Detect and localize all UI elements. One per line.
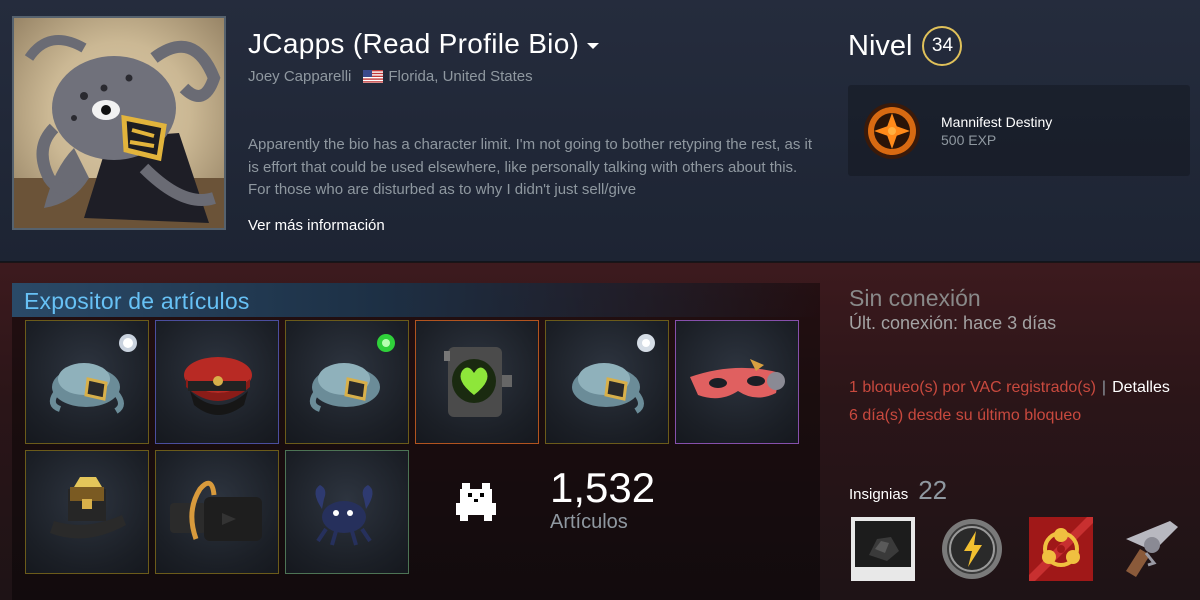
level: Nivel 34: [848, 26, 963, 66]
last-online: Últ. conexión: hace 3 días: [849, 313, 1057, 333]
real-name: Joey Capparelli: [248, 68, 352, 85]
badge-1[interactable]: [849, 515, 917, 583]
blue-crab-icon: [315, 485, 373, 546]
mannifest-destiny-badge-icon: [864, 102, 920, 159]
favorite-badge[interactable]: Mannifest Destiny 500 EXP: [848, 85, 1190, 176]
showcase-item-7[interactable]: [25, 450, 149, 574]
persona-name-text: JCapps (Read Profile Bio): [248, 28, 580, 59]
badges-title: Insignias: [849, 486, 909, 503]
profile-header: JCapps (Read Profile Bio) Joey Capparell…: [0, 0, 1200, 262]
belt-bag-icon: [170, 480, 262, 541]
octopus-avatar-icon: [14, 35, 224, 228]
showcase-item-1[interactable]: [25, 320, 149, 444]
octopus-hat-icon: [572, 334, 655, 414]
favorite-badge-xp: 500 EXP: [941, 131, 997, 148]
persona-name[interactable]: JCapps (Read Profile Bio): [248, 28, 600, 60]
biohazard-badge-icon: [1029, 517, 1093, 581]
favorite-badge-name: Mannifest Destiny: [941, 113, 1053, 130]
octopus-hat-icon: [309, 334, 395, 412]
real-name-location: Joey Capparelli Florida, United States: [248, 68, 533, 85]
badges-header[interactable]: Insignias 22: [849, 475, 947, 506]
showcase-header: Expositor de artículos: [12, 283, 820, 317]
profile-bio: Apparently the bio has a character limit…: [248, 136, 812, 198]
red-mask-icon: [690, 359, 785, 399]
badge-3[interactable]: [1027, 515, 1095, 583]
treasure-hat-icon: [50, 477, 126, 539]
vac-ban-text: 1 bloqueo(s) por VAC registrado(s): [849, 379, 1096, 396]
more-info-link[interactable]: Ver más información: [248, 217, 385, 234]
favorite-badge-info: Mannifest Destiny 500 EXP: [941, 114, 1052, 148]
avatar-image: [14, 18, 224, 228]
showcase-item-4[interactable]: [415, 320, 539, 444]
heart-device-icon: [444, 347, 512, 417]
us-flag-icon: [363, 70, 384, 83]
ban-details-link[interactable]: Detalles: [1112, 379, 1170, 396]
badge-2[interactable]: [938, 515, 1006, 583]
lightning-coin-badge-icon: [942, 519, 1002, 579]
item-showcase: Expositor de artículos 1,532 Artículos: [12, 283, 820, 600]
online-status: Sin conexión: [849, 285, 981, 311]
showcase-item-3[interactable]: [285, 320, 409, 444]
showcase-item-8[interactable]: [155, 450, 279, 574]
white-dog-icon: [456, 482, 496, 521]
badge-4[interactable]: [1116, 515, 1184, 583]
badges-count: 22: [918, 475, 948, 505]
showcase-item-6[interactable]: [675, 320, 799, 444]
avatar[interactable]: [12, 16, 226, 230]
ban-separator: |: [1101, 379, 1107, 396]
days-since-ban: 6 día(s) desde su último bloqueo: [849, 407, 1082, 424]
octopus-hat-icon: [49, 334, 137, 414]
vac-ban-status: 1 bloqueo(s) por VAC registrado(s) | Detal…: [849, 379, 1170, 397]
item-count[interactable]: 1,532 Artículos: [452, 467, 655, 534]
showcase-item-5[interactable]: [545, 320, 669, 444]
showcase-item-9[interactable]: [285, 450, 409, 574]
location-text: Florida, United States: [388, 68, 533, 85]
level-badge[interactable]: 34: [922, 26, 963, 66]
item-count-label: Artículos: [550, 511, 628, 533]
coal-polaroid-badge-icon: [851, 517, 915, 581]
showcase-item-2[interactable]: [155, 320, 279, 444]
showcase-title: Expositor de artículos: [24, 288, 250, 314]
profile-content: Expositor de artículos 1,532 Artículos S…: [0, 263, 1200, 600]
location: Florida, United States: [363, 68, 533, 85]
revolver-badge-icon: [1126, 521, 1178, 577]
item-count-text: 1,532 Artículos: [550, 467, 655, 534]
item-count-number: 1,532: [550, 464, 656, 511]
chevron-down-icon[interactable]: [587, 42, 600, 49]
officer-cap-icon: [184, 357, 252, 415]
level-label: Nivel: [848, 29, 913, 62]
